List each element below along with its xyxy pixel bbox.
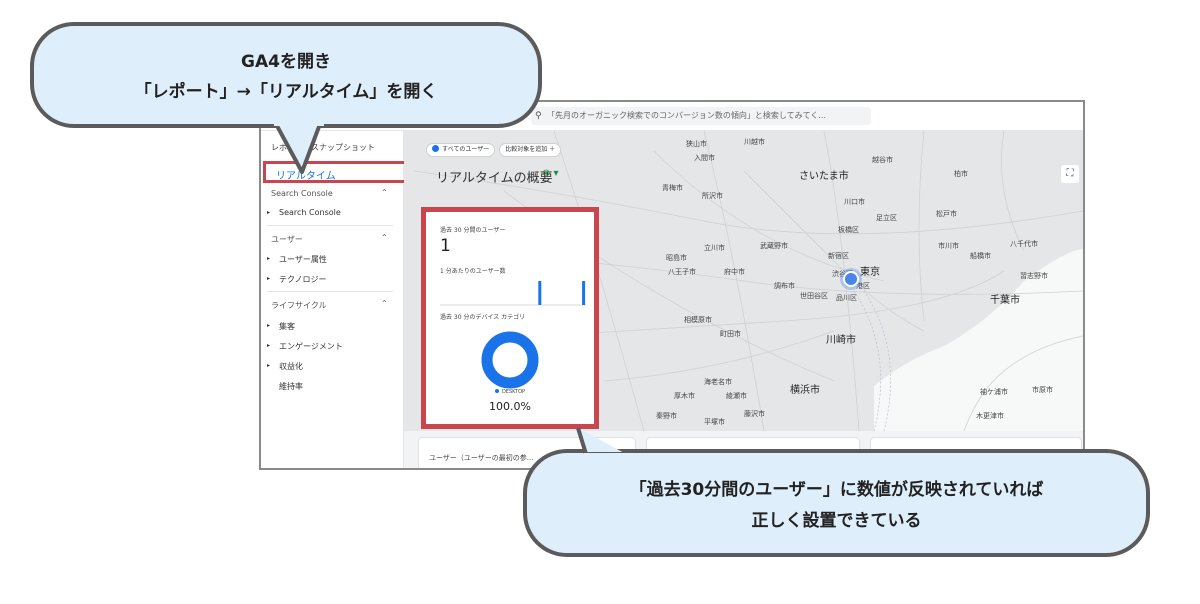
users-last-30-min-card[interactable]: 過去 30 分間のユーザー 1 1 分あたりのユーザー数 過去 30 分のデバイ…: [421, 207, 599, 429]
map-label: 昭島市: [666, 254, 687, 262]
sidebar: レポートのスナップショット リアルタイム Search Console ⌃ ▸ …: [261, 131, 435, 468]
divider: [267, 291, 393, 292]
fullscreen-icon[interactable]: ⛶: [1061, 165, 1079, 183]
device-legend: DESKTOP: [426, 389, 594, 395]
divider: [267, 225, 393, 226]
legend-dot: [494, 389, 499, 393]
device-donut-chart: [481, 331, 539, 389]
device-category-label: 過去 30 分のデバイス カテゴリ: [440, 314, 526, 321]
map-label: 千葉市: [990, 295, 1020, 306]
map-label: 世田谷区: [800, 292, 828, 300]
user-location-marker[interactable]: [843, 271, 859, 287]
map-label: 船橋市: [970, 252, 991, 260]
map-label: 市川市: [938, 242, 959, 250]
map-label: 厚木市: [674, 392, 695, 400]
map-label: 入間市: [694, 154, 715, 162]
expand-icon: ▸: [267, 362, 271, 369]
map-label: 八千代市: [1010, 240, 1038, 248]
sidebar-item-engagement[interactable]: エンゲージメント: [279, 341, 343, 352]
sidebar-item-acquisition[interactable]: 集客: [279, 321, 295, 332]
users-last-30-min-value: 1: [440, 236, 451, 256]
map-label: 狭山市: [686, 140, 707, 148]
map-label: 海老名市: [704, 378, 732, 386]
callout-bottom: 「過去30分間のユーザー」に数値が反映されていれば 正しく設置できている: [523, 449, 1150, 557]
callout-bottom-line1: 「過去30分間のユーザー」に数値が反映されていれば: [629, 480, 1044, 500]
users-per-minute-bar: [538, 281, 542, 305]
map-label: 立川市: [704, 244, 725, 252]
all-users-chip[interactable]: すべてのユーザー: [426, 143, 496, 157]
page-title: リアルタイムの概要: [436, 171, 553, 186]
map-label: 足立区: [876, 214, 897, 222]
map-label: 品川区: [836, 294, 857, 302]
map-label: 袖ケ浦市: [980, 388, 1008, 396]
map-label: 横浜市: [790, 385, 820, 396]
section-title-lifecycle[interactable]: ライフサイクル: [271, 300, 327, 311]
search-placeholder: 「先月のオーガニック検索でのコンバージョン数の傾向」と検索してみてく...: [547, 111, 826, 120]
search-input[interactable]: ⚲ 「先月のオーガニック検索でのコンバージョン数の傾向」と検索してみてく...: [531, 107, 871, 125]
map-label: 綾瀬市: [726, 392, 747, 400]
users-per-minute-chart: [440, 281, 586, 306]
donut-slice-desktop: [481, 331, 539, 389]
map-label: 所沢市: [702, 192, 723, 200]
map-label: 武蔵野市: [760, 242, 788, 250]
users-per-minute-bar: [582, 281, 586, 305]
map-label: 八王子市: [668, 268, 696, 276]
map-label: 町田市: [720, 330, 741, 338]
chevron-up-icon[interactable]: ⌃: [381, 299, 388, 308]
map-label: 柏市: [954, 170, 968, 178]
map-label: 川口市: [844, 198, 865, 206]
map-label: 川崎市: [826, 335, 856, 346]
chevron-up-icon[interactable]: ⌃: [381, 233, 388, 242]
map-label: 市原市: [1032, 386, 1053, 394]
add-comparison-chip[interactable]: 比較対象を追加 ＋: [499, 143, 562, 157]
map-label: 越谷市: [872, 156, 893, 164]
callout-bottom-tail: [576, 427, 630, 458]
callout-top-line2: 「レポート」→「リアルタイム」を開く: [134, 82, 438, 102]
callout-top-line1: GA4を開き: [241, 52, 331, 72]
sidebar-item-monetization[interactable]: 収益化: [279, 361, 303, 372]
expand-icon: ▸: [267, 209, 271, 216]
filter-chips: すべてのユーザー 比較対象を追加 ＋: [426, 143, 565, 162]
user-segment-icon: [432, 145, 439, 152]
map-label: 青梅市: [662, 184, 683, 192]
expand-icon: ▸: [267, 275, 271, 282]
sidebar-item-retention[interactable]: 維持率: [279, 381, 303, 392]
search-icon: ⚲: [535, 111, 542, 121]
sidebar-item-search-console[interactable]: Search Console: [279, 208, 341, 217]
sidebar-item-technology[interactable]: テクノロジー: [279, 274, 327, 285]
map-label: 調布市: [774, 282, 795, 290]
map-label: さいたま市: [799, 171, 849, 182]
section-title-search-console[interactable]: Search Console: [271, 189, 333, 198]
map-label: 藤沢市: [744, 410, 765, 418]
expand-icon: ▸: [267, 322, 271, 329]
users-last-30-min-label: 過去 30 分間のユーザー: [440, 227, 506, 234]
map-label: 習志野市: [1020, 272, 1048, 280]
chevron-up-icon[interactable]: ⌃: [381, 188, 388, 197]
sidebar-item-demographics[interactable]: ユーザー属性: [279, 254, 327, 265]
map-label: 松戸市: [936, 210, 957, 218]
map-label: 板橋区: [838, 226, 859, 234]
expand-icon: ▸: [267, 342, 271, 349]
map-label: 秦野市: [656, 412, 677, 420]
map-label: 相模原市: [684, 316, 712, 324]
callout-bottom-line2: 正しく設置できている: [751, 511, 922, 531]
ga4-screenshot: ⚲ 「先月のオーガニック検索でのコンバージョン数の傾向」と検索してみてく... …: [259, 100, 1085, 470]
map-label: 川越市: [744, 138, 765, 146]
map-label: 東京: [860, 267, 880, 278]
expand-icon: ▸: [267, 255, 271, 262]
callout-top-tail: [274, 120, 324, 174]
section-title-users[interactable]: ユーザー: [271, 234, 303, 245]
device-percent: 100.0%: [489, 400, 531, 413]
map-label: 新宿区: [828, 252, 849, 260]
card-title: ユーザー（ユーザーの最初の参...: [429, 454, 534, 462]
map-label: 府中市: [724, 268, 745, 276]
check-circle-icon[interactable]: ⊘ ▾: [542, 168, 559, 179]
map-label: 木更津市: [976, 412, 1004, 420]
callout-top: GA4を開き 「レポート」→「リアルタイム」を開く: [30, 22, 542, 128]
map-label: 平塚市: [704, 418, 725, 426]
